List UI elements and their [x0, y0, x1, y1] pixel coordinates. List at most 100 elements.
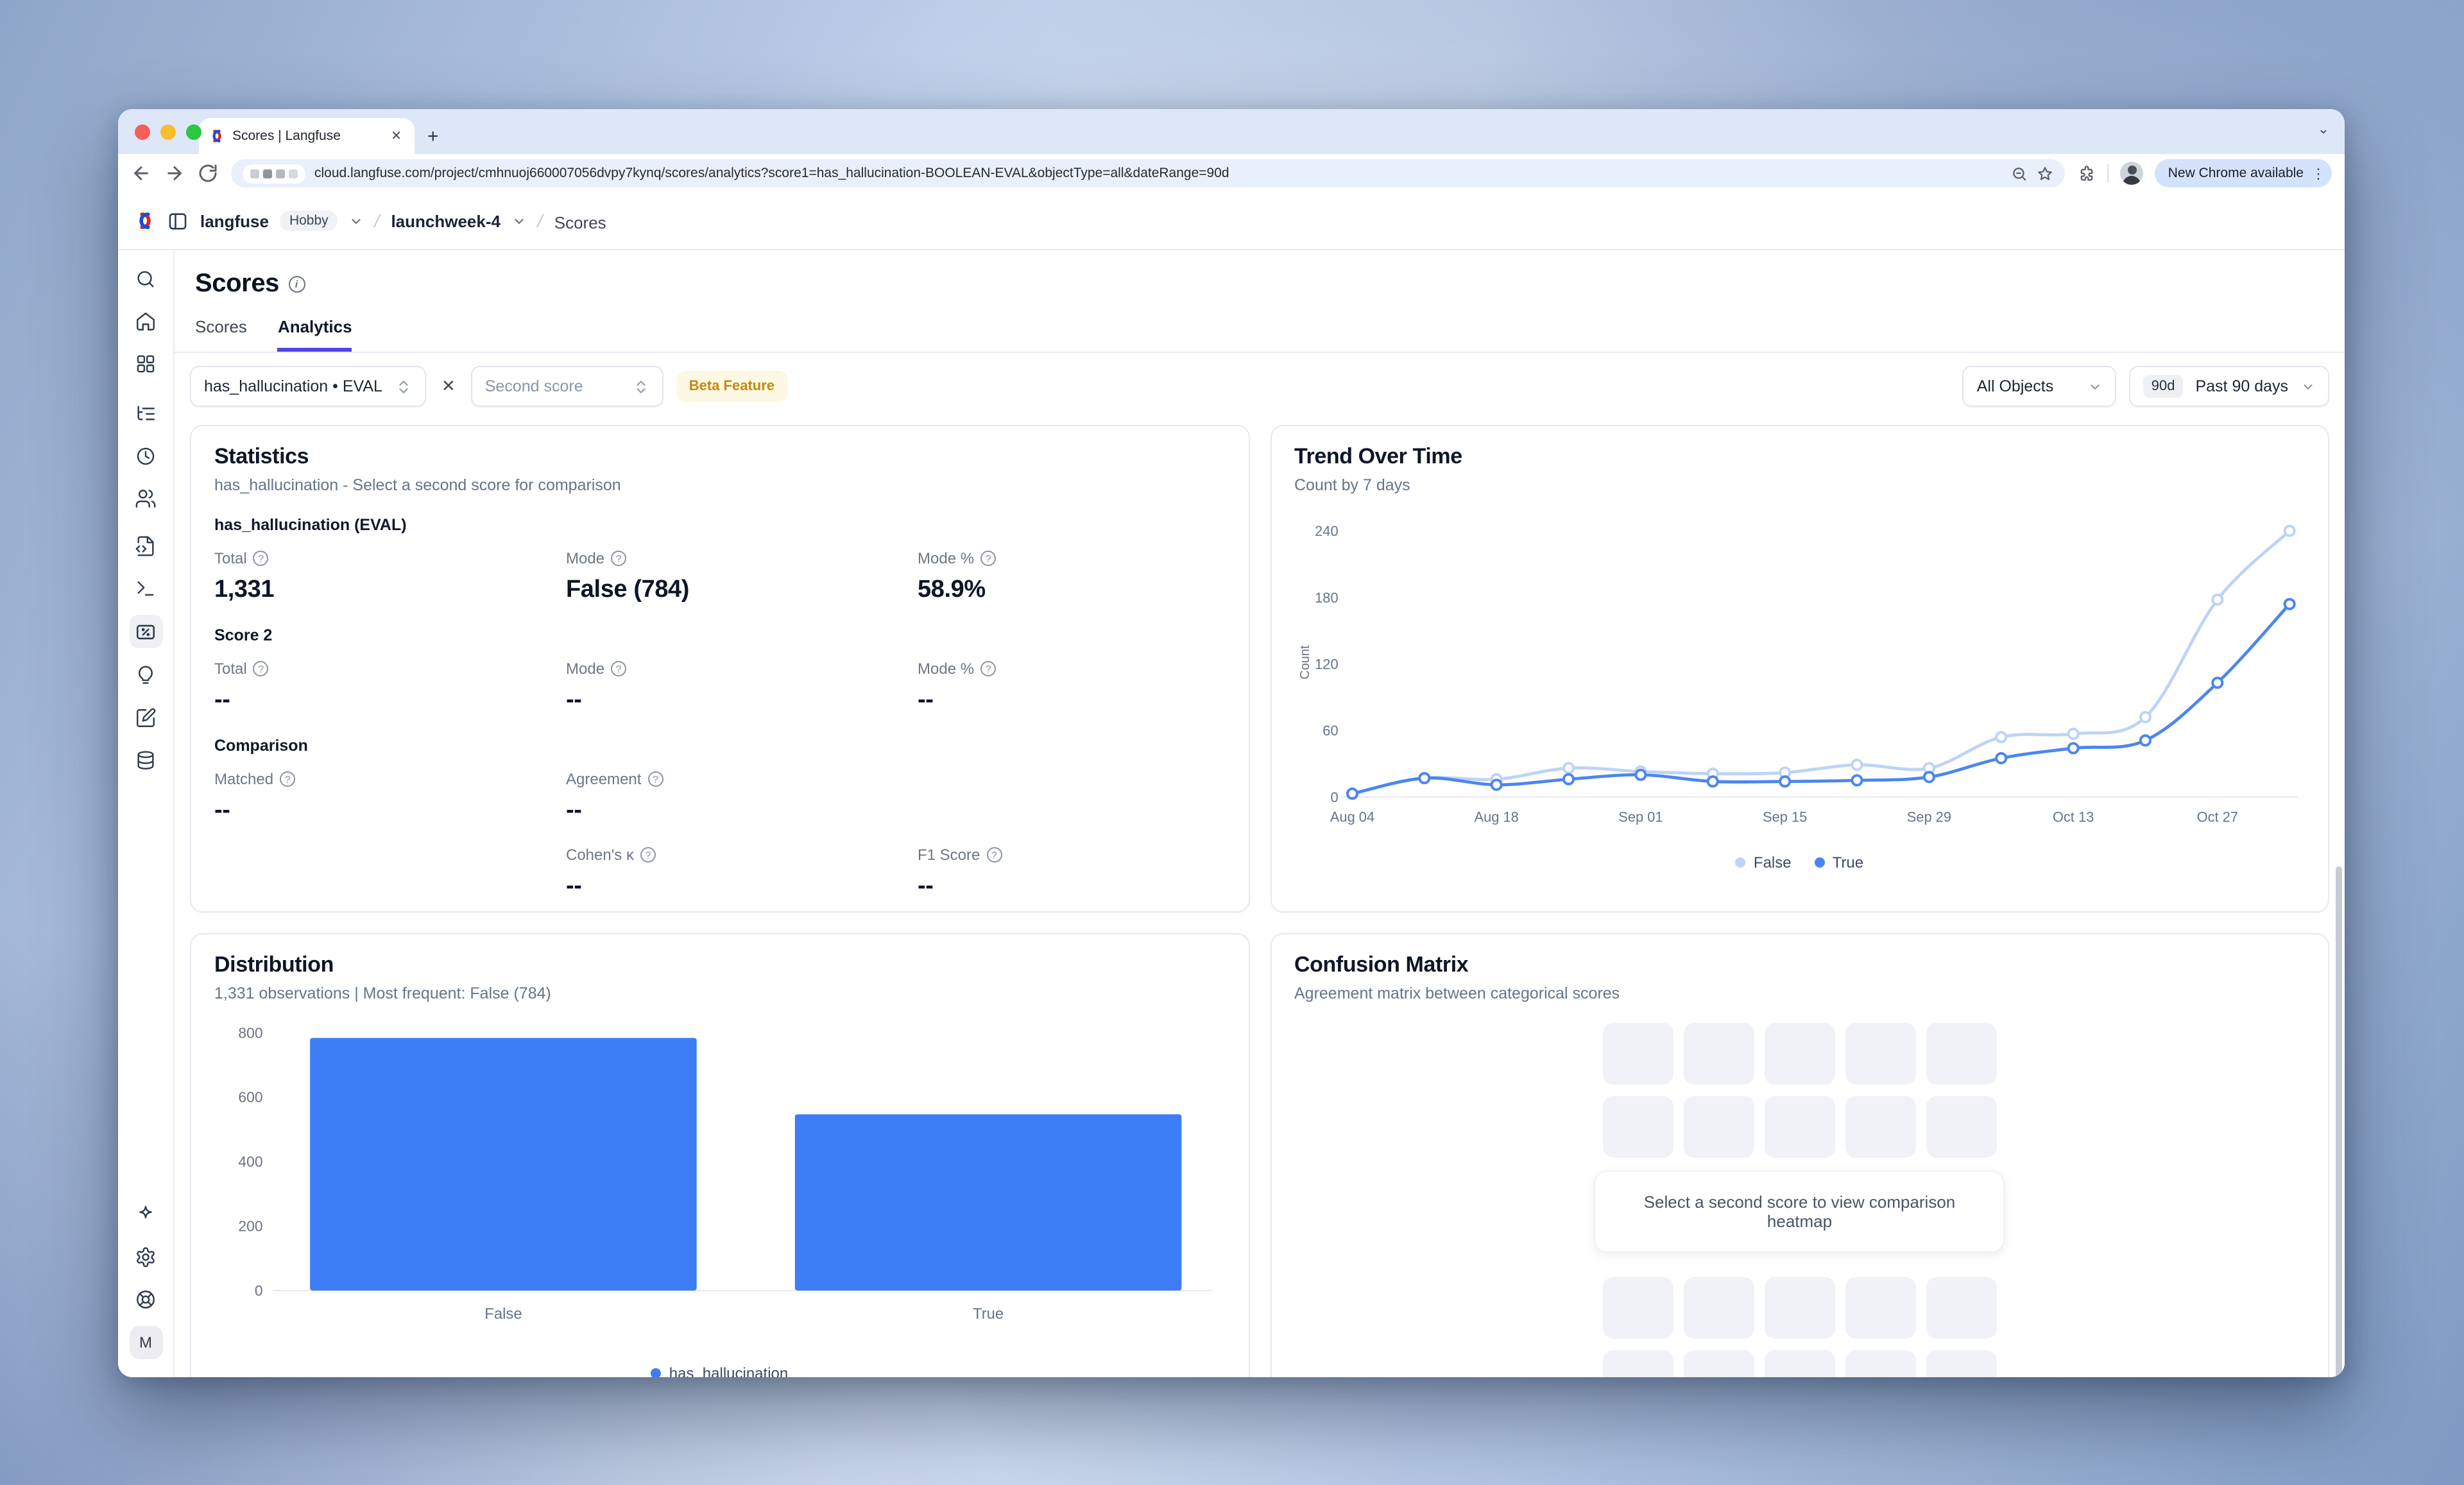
confusion-grid-row	[1603, 1023, 1997, 1085]
browser-tabstrip: Scores | Langfuse ✕ + ⌄	[118, 109, 2345, 154]
distribution-title: Distribution	[214, 952, 1225, 978]
user-avatar[interactable]: M	[129, 1326, 162, 1359]
tab-search-icon[interactable]: ⌄	[2318, 121, 2329, 137]
distribution-bar-chart: 0200400600800FalseTrue	[214, 1019, 1225, 1343]
app-header: langfuse Hobby / launchweek-4 / Scores	[118, 193, 2345, 250]
date-range-value: Past 90 days	[2195, 377, 2288, 395]
confusion-grid-cell	[1765, 1023, 1835, 1085]
help-icon[interactable]: ?	[647, 771, 663, 787]
distribution-legend: has_hallucination	[214, 1364, 1225, 1377]
help-icon[interactable]: ?	[611, 551, 626, 566]
confusion-grid-row	[1603, 1277, 1997, 1339]
legend-item[interactable]: True	[1815, 854, 1863, 871]
langfuse-app: langfuse Hobby / launchweek-4 / Scores	[118, 193, 2345, 1377]
help-icon[interactable]: ?	[980, 661, 996, 676]
back-icon[interactable]	[131, 163, 151, 184]
chevron-down-icon	[2301, 379, 2315, 393]
chevrons-up-down-icon	[633, 378, 649, 395]
zoom-icon[interactable]	[2012, 165, 2028, 182]
distribution-subtitle: 1,331 observations | Most frequent: Fals…	[214, 984, 1225, 1002]
info-icon[interactable]: i	[288, 276, 305, 293]
object-type-select[interactable]: All Objects	[1963, 366, 2117, 407]
confusion-grid-cell	[1926, 1023, 1997, 1085]
browser-menu-icon[interactable]: ⋮	[2311, 165, 2327, 182]
url-text[interactable]: cloud.langfuse.com/project/cmhnuoj660007…	[314, 166, 2003, 181]
confusion-grid-cell	[1603, 1350, 1673, 1377]
chrome-update-button[interactable]: New Chrome available ⋮	[2155, 159, 2332, 187]
metric-value: 58.9%	[918, 576, 1225, 605]
sidebar-item-playground[interactable]	[130, 572, 161, 603]
sidebar-item-dashboards[interactable]	[130, 348, 161, 379]
help-icon[interactable]: ?	[980, 551, 996, 566]
site-chip-block	[263, 169, 272, 178]
statistics-card: Statistics has_hallucination - Select a …	[190, 425, 1249, 913]
svg-text:600: 600	[238, 1089, 262, 1106]
breadcrumb-page[interactable]: Scores	[554, 213, 570, 228]
breadcrumb-project[interactable]: launchweek-4	[391, 211, 501, 230]
bookmark-star-icon[interactable]	[2037, 165, 2054, 182]
page-title: Scores	[195, 270, 279, 299]
svg-text:Oct 13: Oct 13	[2052, 809, 2093, 825]
metric-label: Mode	[566, 660, 604, 678]
legend-item[interactable]: has_hallucination	[651, 1364, 789, 1377]
legend-item[interactable]: False	[1736, 854, 1792, 871]
sidebar-toggle-icon[interactable]	[167, 210, 189, 232]
support-lifebuoy-icon[interactable]	[130, 1283, 161, 1314]
langfuse-logo-icon[interactable]	[135, 210, 155, 231]
date-range-select[interactable]: 90d Past 90 days	[2130, 366, 2329, 407]
chevron-down-icon[interactable]	[512, 214, 526, 228]
langfuse-favicon	[209, 128, 225, 144]
chevron-down-icon[interactable]	[349, 214, 363, 228]
tab-close-icon[interactable]: ✕	[388, 129, 404, 143]
profile-avatar[interactable]	[2121, 162, 2144, 185]
address-bar[interactable]: cloud.langfuse.com/project/cmhnuoj660007…	[231, 159, 2066, 187]
help-icon[interactable]: ?	[253, 661, 269, 676]
close-window-button[interactable]	[135, 124, 150, 140]
tab-scores[interactable]: Scores	[195, 317, 247, 352]
scrollbar-thumb[interactable]	[2336, 866, 2342, 1377]
breadcrumb-separator: /	[536, 210, 545, 231]
metric-label: Mode %	[918, 549, 974, 567]
new-tab-button[interactable]: +	[427, 126, 439, 148]
object-type-value: All Objects	[1977, 377, 2054, 395]
help-icon[interactable]: ?	[640, 847, 656, 863]
svg-text:Count: Count	[1297, 645, 1312, 680]
help-icon[interactable]: ?	[253, 551, 269, 566]
sidebar-item-search[interactable]	[130, 263, 161, 294]
svg-text:Sep 29: Sep 29	[1906, 809, 1951, 825]
sidebar-item-tracing[interactable]	[130, 398, 161, 429]
forward-icon[interactable]	[164, 163, 185, 184]
confusion-grid-cell	[1684, 1277, 1754, 1339]
score1-select[interactable]: has_hallucination • EVAL	[190, 366, 426, 407]
minimize-window-button[interactable]	[160, 124, 176, 140]
help-icon[interactable]: ?	[986, 847, 1002, 863]
help-icon[interactable]: ?	[611, 661, 626, 676]
sidebar-item-sessions[interactable]	[130, 440, 161, 471]
fullscreen-window-button[interactable]	[186, 124, 201, 140]
breadcrumb-org[interactable]: langfuse	[200, 211, 269, 230]
svg-text:60: 60	[1322, 723, 1337, 739]
extensions-icon[interactable]	[2078, 164, 2096, 182]
sidebar-item-evaluation[interactable]	[129, 615, 162, 648]
sidebar-item-llm-as-a-judge[interactable]	[130, 660, 161, 691]
help-icon[interactable]: ?	[280, 771, 295, 787]
second-score-select[interactable]: Second score	[471, 366, 663, 407]
sidebar-item-users[interactable]	[130, 483, 161, 513]
sidebar-item-datasets[interactable]	[130, 744, 161, 775]
sidebar-item-annotation[interactable]	[130, 702, 161, 733]
sidebar-item-home[interactable]	[130, 305, 161, 336]
browser-tab[interactable]: Scores | Langfuse ✕	[199, 118, 415, 154]
whats-new-sparkle-icon[interactable]	[130, 1199, 161, 1230]
tab-analytics[interactable]: Analytics	[278, 317, 352, 352]
reload-icon[interactable]	[198, 163, 218, 184]
statistics-subtitle: has_hallucination - Select a second scor…	[214, 476, 1225, 494]
confusion-grid-cell	[1603, 1096, 1673, 1158]
metric-label: Total	[214, 549, 247, 567]
confusion-grid-cell	[1926, 1350, 1997, 1377]
clear-score-filter-icon[interactable]: ✕	[439, 376, 458, 397]
sidebar-item-prompts[interactable]	[130, 530, 161, 561]
metric-label: Cohen's κ	[566, 846, 634, 864]
settings-gear-icon[interactable]	[130, 1241, 161, 1272]
site-info-chip[interactable]	[243, 164, 305, 183]
confusion-title: Confusion Matrix	[1294, 952, 2305, 978]
